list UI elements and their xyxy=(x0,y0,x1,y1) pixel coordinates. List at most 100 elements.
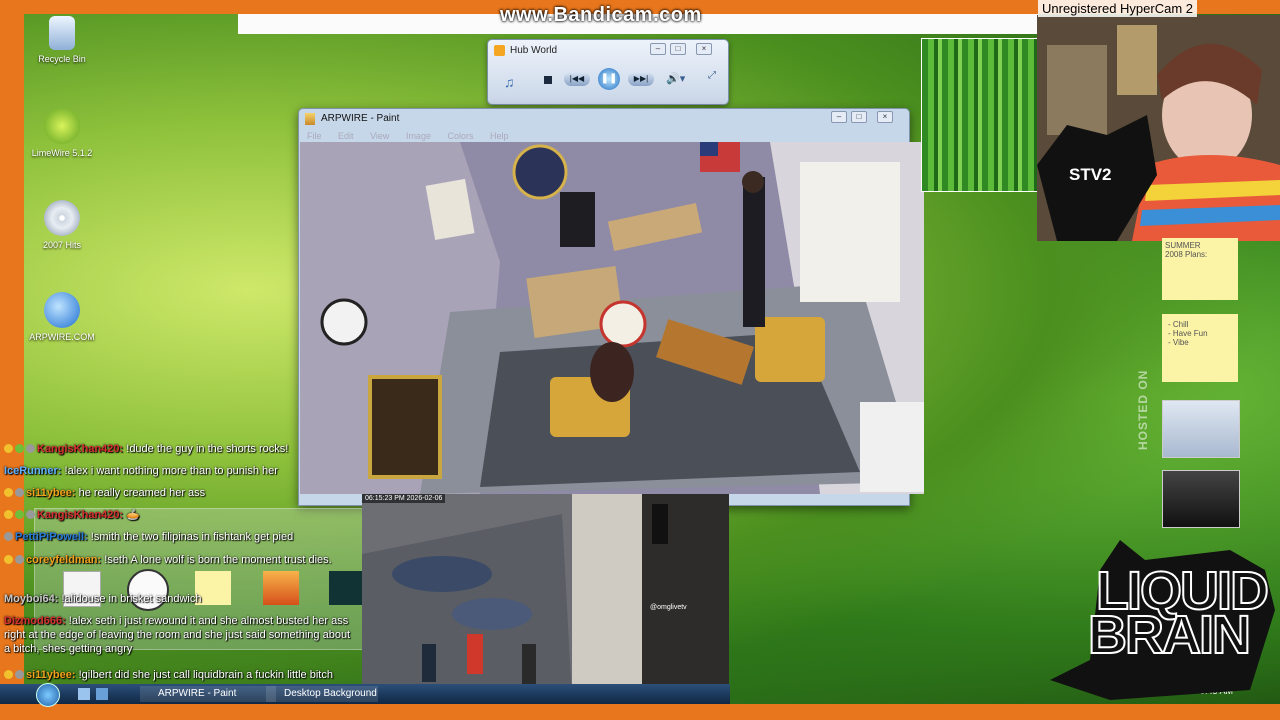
menu-view[interactable]: View xyxy=(370,131,389,141)
badge-icon xyxy=(26,510,35,519)
chat-username: IceRunner: xyxy=(4,465,62,477)
desktop-icon-label: 2007 Hits xyxy=(42,240,82,250)
menu-edit[interactable]: Edit xyxy=(338,131,354,141)
chat-username: si11ybee: xyxy=(26,487,76,499)
switch-windows-icon[interactable] xyxy=(96,688,108,700)
chat-username: si11ybee: xyxy=(26,669,76,681)
sticky-note-gadget[interactable]: SUMMER 2008 Plans: xyxy=(1162,238,1238,300)
music-note-icon: ♫ xyxy=(504,74,515,90)
menu-image[interactable]: Image xyxy=(406,131,431,141)
cd-icon xyxy=(44,200,80,236)
taskbar: ARPWIRE - Paint Desktop Background xyxy=(0,684,730,704)
hosted-on-text: HOSTED ON xyxy=(1136,369,1150,450)
badge-icon xyxy=(15,555,24,564)
note-line: 2008 Plans: xyxy=(1165,250,1208,259)
window-title: ARPWIRE - Paint xyxy=(321,113,400,124)
streamer-webcam: STV2 xyxy=(1037,15,1280,241)
chat-text: he really creamed her ass xyxy=(75,487,206,499)
badge-icon xyxy=(4,555,13,564)
chat-username: Moyboi64: xyxy=(4,593,59,605)
chat-message: KangisKhan420: !dude the guy in the shor… xyxy=(4,442,358,456)
media-player-icon xyxy=(494,45,505,56)
badge-icon xyxy=(4,488,13,497)
chat-text: 🥧 xyxy=(123,509,140,521)
note-line: - Chill xyxy=(1168,320,1189,329)
badge-icon xyxy=(4,510,13,519)
badge-icon xyxy=(15,488,24,497)
street-camera-feed[interactable]: 06:15:23 PM 2026-02-06 @omglivetv xyxy=(362,494,729,700)
recycle-bin-icon xyxy=(49,16,75,50)
badge-icon xyxy=(26,444,35,453)
window-title: Hub World xyxy=(510,45,558,56)
maximize-button[interactable]: □ xyxy=(670,43,686,55)
player-controls: ♫ |◀◀ ❚❚ ▶▶| 🔊▾ ⤢ xyxy=(494,68,720,98)
chat-message: PettiPiPowell: !smith the two filipinas … xyxy=(4,530,358,544)
hypercam-watermark: Unregistered HyperCam 2 xyxy=(1038,0,1198,17)
show-desktop-icon[interactable] xyxy=(78,688,90,700)
pause-button[interactable]: ❚❚ xyxy=(598,68,620,90)
note-line: - Vibe xyxy=(1168,338,1189,347)
room-camera-image xyxy=(300,142,924,494)
desktop-icon-recycle-bin[interactable]: Recycle Bin xyxy=(22,16,102,64)
paint-app-icon xyxy=(305,113,315,125)
camera-timestamp: 06:15:23 PM 2026-02-06 xyxy=(362,494,446,503)
chat-message: Dizmod666: !alex seth i just rewound it … xyxy=(4,614,358,656)
menu-file[interactable]: File xyxy=(307,131,322,141)
webcam-image xyxy=(1037,15,1280,241)
media-gadget[interactable] xyxy=(1162,470,1240,528)
chat-message: si11ybee: !gilbert did she just call liq… xyxy=(4,668,358,682)
slideshow-gadget[interactable] xyxy=(1162,400,1240,458)
globe-computer-icon xyxy=(44,292,80,328)
note-line: - Have Fun xyxy=(1168,329,1208,338)
stv2-logo: STV2 xyxy=(1069,165,1112,184)
start-button[interactable] xyxy=(36,683,60,707)
next-button[interactable]: ▶▶| xyxy=(628,72,654,86)
taskbar-item-desktop-background[interactable]: Desktop Background xyxy=(266,686,378,702)
badge-icon xyxy=(15,510,24,519)
taskbar-item-paint[interactable]: ARPWIRE - Paint xyxy=(140,686,276,702)
paint-canvas-room-feed[interactable] xyxy=(300,142,924,494)
badge-icon xyxy=(4,532,13,541)
chat-message: IceRunner: !alex i want nothing more tha… xyxy=(4,464,358,478)
minimize-button[interactable]: – xyxy=(650,43,666,55)
camera-handle: @omglivetv xyxy=(650,604,687,611)
chat-username: PettiPiPowell: xyxy=(15,531,88,543)
media-player-window[interactable]: Hub World – □ × ♫ |◀◀ ❚❚ ▶▶| 🔊▾ ⤢ xyxy=(487,39,729,105)
menu-colors[interactable]: Colors xyxy=(447,131,473,141)
badge-icon xyxy=(15,670,24,679)
sticky-note-gadget[interactable]: - Chill - Have Fun - Vibe xyxy=(1162,314,1238,382)
menu-help[interactable]: Help xyxy=(490,131,509,141)
badge-icon xyxy=(15,444,24,453)
chat-text: !gilbert did she just call liquidbrain a… xyxy=(75,669,333,681)
desktop-icon-limewire[interactable]: LimeWire 5.1.2 xyxy=(22,108,102,158)
desktop-icon-arpwire[interactable]: ARPWIRE.COM xyxy=(22,292,102,342)
close-button[interactable]: × xyxy=(877,111,893,123)
chat-username: KangisKhan420: xyxy=(37,509,124,521)
maximize-button[interactable]: □ xyxy=(851,111,867,123)
liquid-brain-logo: LIQUID BRAIN xyxy=(1050,540,1280,710)
street-camera-image xyxy=(362,494,729,700)
switch-view-icon[interactable]: ⤢ xyxy=(708,70,716,81)
chat-username: KangisKhan420: xyxy=(37,443,124,455)
chat-message: si11ybee: he really creamed her ass xyxy=(4,486,358,500)
badge-icon xyxy=(4,670,13,679)
chat-message: Moyboi64: !alidouse in brisket sandwich xyxy=(4,592,358,606)
volume-icon[interactable]: 🔊▾ xyxy=(666,72,685,85)
chat-text: !smith the two filipinas in fishtank get… xyxy=(87,531,294,543)
bandicam-watermark: www.Bandicam.com xyxy=(500,4,702,26)
desktop-icon-label: ARPWIRE.COM xyxy=(29,332,95,342)
desktop-icon-2007-hits[interactable]: 2007 Hits xyxy=(22,200,102,250)
desktop-icon-label: Recycle Bin xyxy=(38,54,86,64)
paint-window[interactable]: ARPWIRE - Paint – □ × File Edit View Ima… xyxy=(298,108,924,506)
previous-button[interactable]: |◀◀ xyxy=(564,72,590,86)
badge-icon xyxy=(4,444,13,453)
limewire-icon xyxy=(44,108,80,144)
bamboo-photo xyxy=(921,38,1039,192)
minimize-button[interactable]: – xyxy=(831,111,847,123)
chat-text: !dude the guy in the shorts rocks! xyxy=(123,443,289,455)
chat-message: KangisKhan420: 🥧 xyxy=(4,508,358,522)
stop-button[interactable] xyxy=(544,76,552,84)
chat-username: coreyfeldman: xyxy=(26,554,102,566)
note-line: SUMMER xyxy=(1165,241,1201,250)
close-button[interactable]: × xyxy=(696,43,712,55)
